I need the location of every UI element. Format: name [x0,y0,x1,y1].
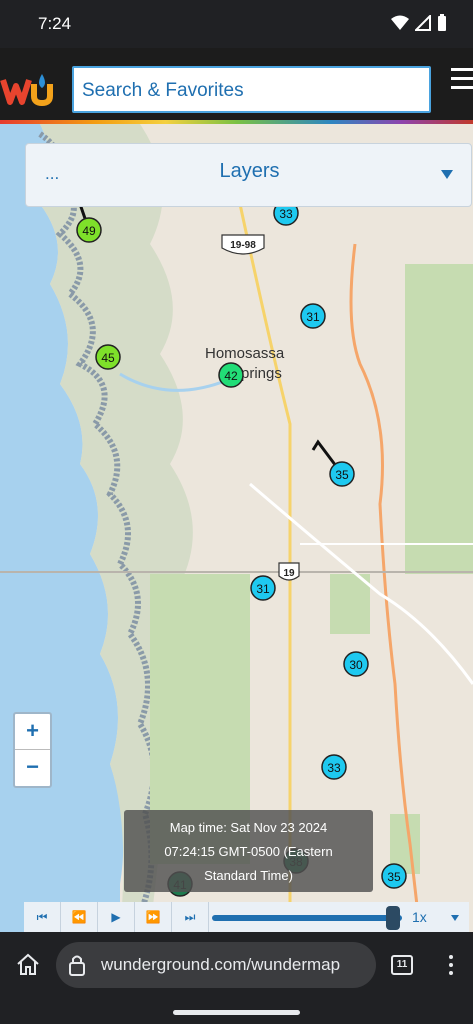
map-time-line2: 07:24:15 GMT-0500 (Eastern [164,844,333,859]
city-label-homosassa: Homosassa [205,345,285,362]
home-icon[interactable] [15,953,41,977]
svg-text:49: 49 [82,224,96,238]
svg-text:35: 35 [335,468,349,482]
tabs-button[interactable]: 11 [391,955,413,975]
svg-text:31: 31 [306,310,320,324]
svg-text:33: 33 [279,207,293,221]
timeline-slider-handle[interactable] [386,906,400,930]
playback-speed-select[interactable]: 1x [412,909,427,925]
map-time-line3: Standard Time) [204,868,293,883]
park-area [405,454,473,574]
svg-text:30: 30 [349,658,363,672]
weather-station-marker[interactable]: 45 [95,344,121,370]
battery-icon [438,14,446,31]
layers-dropdown[interactable]: ... Layers [25,143,472,207]
zoom-in-button[interactable]: + [15,714,50,750]
svg-text:19-98: 19-98 [230,240,256,251]
svg-text:33: 33 [327,761,341,775]
weather-station-marker[interactable]: 31 [250,575,276,601]
weather-station-marker[interactable]: 33 [321,754,347,780]
wifi-icon [391,15,409,30]
status-bar: 7:24 [0,0,473,48]
signal-icon [415,15,431,31]
map-time-line1: Map time: Sat Nov 23 2024 [169,820,328,835]
wu-logo[interactable] [0,72,58,108]
weather-station-marker[interactable]: 35 [329,461,355,487]
zoom-out-button[interactable]: − [15,750,50,786]
highway-shield-19: 19 [278,562,300,581]
skip-to-end-icon[interactable]: ⏭ [172,902,209,932]
map-time-tooltip: Map time: Sat Nov 23 2024 07:24:15 GMT-0… [124,810,373,892]
weather-station-marker[interactable]: 49 [76,217,102,243]
weather-station-marker[interactable]: 31 [300,303,326,329]
weather-station-marker[interactable]: 42 [218,362,244,388]
park-area [330,574,370,634]
lock-icon[interactable] [68,953,86,977]
timeline-slider[interactable] [212,915,402,921]
menu-icon[interactable] [451,68,473,92]
svg-text:19: 19 [283,568,295,579]
gesture-handle[interactable] [173,1010,300,1015]
weather-station-marker[interactable]: 35 [381,863,407,889]
weather-station-marker[interactable]: 30 [343,651,369,677]
svg-text:31: 31 [256,582,270,596]
highway-shield-19-98: 19-98 [221,234,265,255]
svg-text:45: 45 [101,351,115,365]
svg-text:42: 42 [224,369,238,383]
url-text[interactable]: wunderground.com/wundermap [101,955,340,975]
status-time: 7:24 [38,14,72,33]
overflow-menu-icon[interactable] [449,955,453,979]
play-icon[interactable]: ▶ [98,902,135,932]
layers-title: Layers [219,160,280,182]
playback-bar: ⏮ ⏪ ▶ ⏩ ⏭ 1x [24,902,469,932]
chevron-down-icon[interactable] [451,915,459,921]
fast-forward-icon[interactable]: ⏩ [135,902,172,932]
skip-to-start-icon[interactable]: ⏮ [24,902,61,932]
svg-text:35: 35 [387,870,401,884]
zoom-control: + − [13,712,52,788]
status-icons [391,14,447,32]
chevron-down-icon[interactable] [441,170,453,179]
park-area [405,264,473,464]
search-input[interactable]: Search & Favorites [72,66,431,113]
rewind-icon[interactable]: ⏪ [61,902,98,932]
